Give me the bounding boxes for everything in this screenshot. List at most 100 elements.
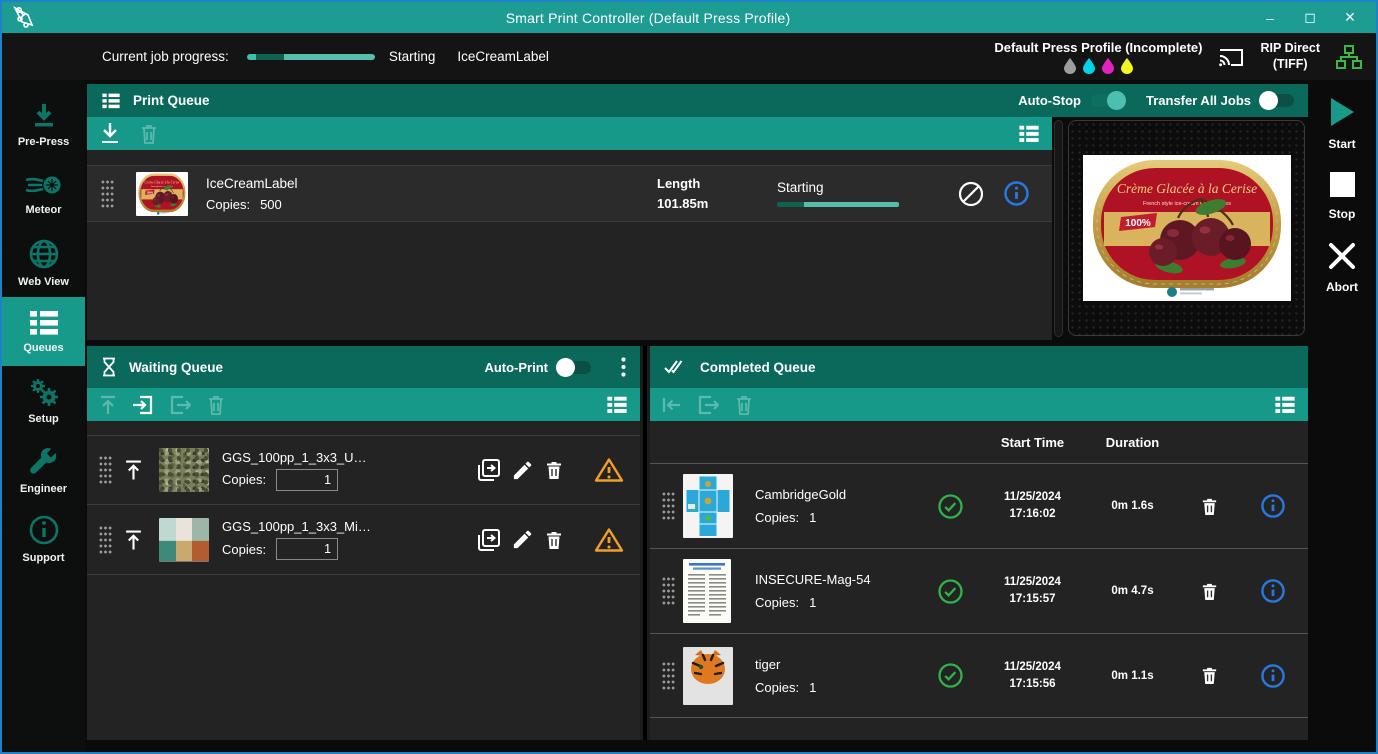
delete-job-icon[interactable]	[1200, 665, 1219, 686]
start-button[interactable]: Start	[1327, 96, 1357, 151]
auto-print-toggle[interactable]	[558, 361, 591, 374]
drag-handle-icon[interactable]	[662, 575, 675, 607]
job-status-text: Starting	[389, 49, 436, 64]
move-to-top-toolbar-icon[interactable]	[99, 395, 117, 415]
drag-handle-icon[interactable]	[662, 660, 675, 692]
press-profile-name: Default Press Profile (Incomplete)	[994, 40, 1202, 55]
job-info-icon[interactable]	[1260, 663, 1286, 689]
sidebar-item-engineer[interactable]: Engineer	[2, 435, 85, 504]
copies-label: Copies:	[755, 510, 799, 525]
sidebar-item-label: Engineer	[20, 483, 67, 495]
edit-job-icon[interactable]	[511, 528, 534, 551]
duplicate-job-icon[interactable]	[477, 458, 501, 482]
job-preview-image	[1083, 155, 1291, 301]
abort-button[interactable]: Abort	[1326, 241, 1358, 294]
transfer-all-jobs-toggle[interactable]	[1261, 94, 1294, 107]
duration: 0m 1.6s	[1085, 500, 1180, 512]
job-name: INSECURE-Mag-54	[755, 572, 920, 587]
waiting-queue-menu-icon[interactable]	[621, 357, 626, 377]
rip-mode-line1: RIP Direct	[1260, 41, 1320, 57]
delete-job-icon[interactable]	[1200, 496, 1219, 517]
drag-handle-icon[interactable]	[99, 456, 112, 484]
maximize-button[interactable]: ◻	[1290, 4, 1330, 32]
cast-icon[interactable]	[1218, 46, 1244, 68]
sidebar-item-label: Setup	[28, 413, 59, 425]
drag-handle-icon[interactable]	[99, 526, 112, 554]
delete-job-toolbar-icon[interactable]	[139, 123, 159, 145]
current-job-name: IceCreamLabel	[457, 49, 549, 64]
sidebar-item-setup[interactable]: Setup	[2, 366, 85, 435]
delete-job-icon[interactable]	[1200, 581, 1219, 602]
close-button[interactable]: ✕	[1330, 4, 1370, 32]
move-to-top-icon[interactable]	[124, 529, 143, 551]
sidebar-item-label: Queues	[23, 342, 63, 354]
rip-mode: RIP Direct (TIFF)	[1260, 41, 1320, 72]
print-queue-scrollbar[interactable]	[1054, 120, 1063, 337]
drag-handle-icon[interactable]	[662, 490, 675, 522]
network-status-icon[interactable]	[1336, 45, 1362, 69]
duplicate-job-icon[interactable]	[477, 528, 501, 552]
web-view-icon	[28, 238, 60, 270]
warning-icon[interactable]	[594, 527, 624, 553]
print-queue-list: IceCreamLabel Copies: 500 Length 101.85m	[87, 150, 1052, 340]
copies-input[interactable]	[276, 538, 338, 560]
delete-job-icon[interactable]	[544, 459, 564, 481]
sidebar-item-web-view[interactable]: Web View	[2, 228, 85, 297]
abort-icon	[1327, 241, 1357, 271]
waiting-queue-view-toggle-icon[interactable]	[606, 396, 628, 414]
setup-icon	[27, 377, 61, 407]
stop-icon	[1329, 171, 1356, 198]
cancel-job-icon[interactable]	[957, 180, 985, 208]
print-queue-panel: Print Queue Auto-Stop Transfer All Jobs	[87, 84, 1308, 340]
meteor-icon	[24, 172, 64, 198]
start-time: 17:15:57	[980, 591, 1085, 608]
export-job-icon[interactable]	[169, 395, 191, 415]
sidebar-item-pre-press[interactable]: Pre-Press	[2, 90, 85, 159]
waiting-queue-panel: Waiting Queue Auto-Print	[87, 346, 640, 740]
duration: 0m 4.7s	[1085, 585, 1180, 597]
ink-levels	[994, 58, 1202, 74]
warning-icon[interactable]	[594, 457, 624, 483]
send-to-print-icon[interactable]	[99, 122, 121, 146]
sidebar-item-label: Web View	[18, 276, 69, 288]
move-to-top-icon[interactable]	[124, 459, 143, 481]
export-job-icon[interactable]	[697, 395, 719, 415]
edit-job-icon[interactable]	[511, 459, 534, 482]
job-info-icon[interactable]	[1003, 180, 1030, 207]
panel-divider[interactable]	[640, 346, 650, 740]
sidebar-item-support[interactable]: Support	[2, 504, 85, 573]
job-info-icon[interactable]	[1260, 578, 1286, 604]
copies-label: Copies:	[222, 472, 266, 487]
copies-input[interactable]	[276, 469, 338, 491]
job-preview-panel	[1068, 120, 1305, 336]
job-progress-label: Current job progress:	[102, 49, 229, 64]
length-value: 101.85m	[657, 194, 777, 214]
sidebar-item-queues[interactable]: Queues	[2, 297, 85, 366]
copies-label: Copies:	[206, 197, 250, 212]
delete-job-icon[interactable]	[544, 529, 564, 551]
drag-handle-icon[interactable]	[101, 180, 114, 208]
import-job-icon[interactable]	[132, 395, 154, 415]
completed-job-row: tiger Copies: 1	[650, 633, 1308, 718]
sidebar-item-label: Meteor	[25, 204, 61, 216]
job-info-icon[interactable]	[1260, 493, 1286, 519]
completed-queue-view-toggle-icon[interactable]	[1274, 396, 1296, 414]
titlebar: Smart Print Controller (Default Press Pr…	[2, 2, 1376, 33]
start-date: 11/25/2024	[980, 574, 1085, 591]
print-queue-view-toggle-icon[interactable]	[1018, 125, 1040, 143]
minimize-button[interactable]: –	[1250, 4, 1290, 32]
sidebar-item-meteor[interactable]: Meteor	[2, 159, 85, 228]
auto-stop-toggle[interactable]	[1091, 94, 1124, 107]
sidebar: Pre-Press Meteor Web View	[2, 80, 85, 752]
start-time: 17:16:02	[980, 506, 1085, 523]
delete-job-toolbar-icon[interactable]	[734, 394, 754, 416]
app-logo-icon	[2, 5, 46, 31]
job-progress-bar	[247, 54, 375, 60]
success-check-icon	[937, 662, 964, 689]
delete-job-toolbar-icon[interactable]	[206, 394, 226, 416]
print-queue-icon	[101, 93, 121, 109]
move-to-first-toolbar-icon[interactable]	[662, 396, 682, 414]
stop-button[interactable]: Stop	[1329, 171, 1356, 221]
top-status-bar: Current job progress: Starting IceCreamL…	[2, 33, 1376, 80]
pre-press-icon	[29, 102, 59, 130]
